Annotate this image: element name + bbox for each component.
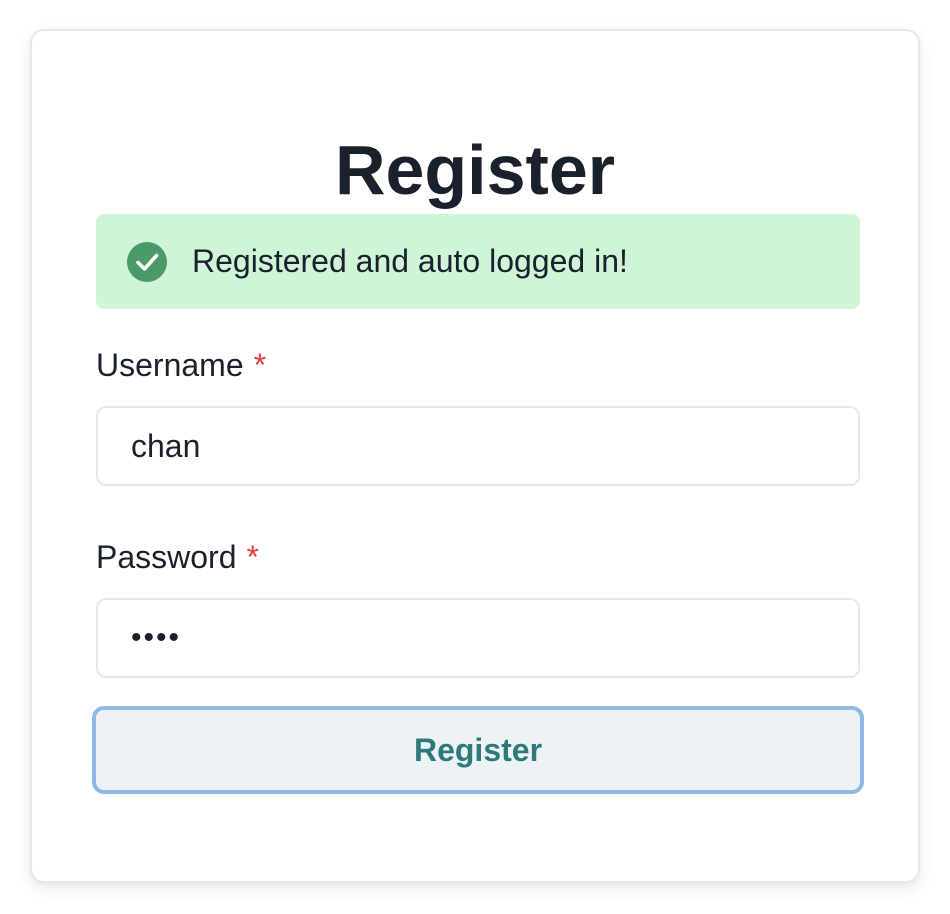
required-marker: * <box>253 347 267 383</box>
required-marker: * <box>246 539 259 575</box>
check-circle-icon <box>127 242 167 282</box>
password-input[interactable] <box>96 598 860 678</box>
register-card: Register Registered and auto logged in! … <box>30 29 920 883</box>
page-title: Register <box>334 131 616 209</box>
password-label-text: Password <box>96 539 237 575</box>
register-button[interactable]: Register <box>92 706 864 794</box>
username-label: Username * <box>96 345 266 385</box>
alert-message: Registered and auto logged in! <box>192 243 628 279</box>
username-label-text: Username <box>96 347 244 383</box>
password-label: Password * <box>96 537 259 577</box>
success-alert: Registered and auto logged in! <box>96 214 860 309</box>
username-input[interactable] <box>96 406 860 486</box>
